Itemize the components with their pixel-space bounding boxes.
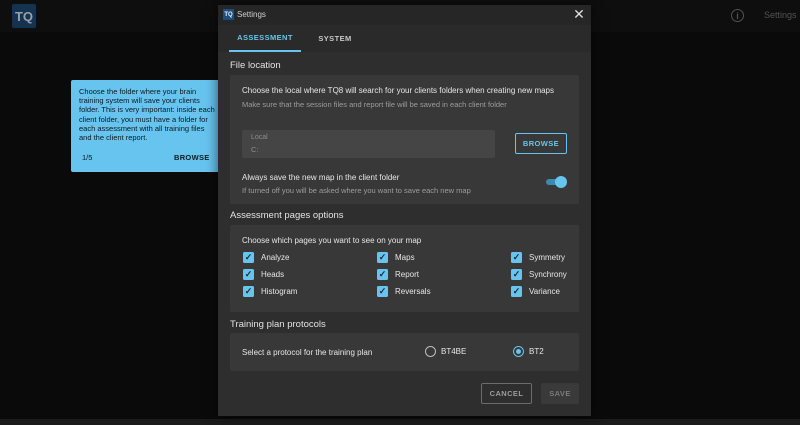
tab-system[interactable]: SYSTEM <box>303 25 367 52</box>
cancel-button[interactable]: CANCEL <box>481 383 532 404</box>
radio-circle <box>425 346 436 357</box>
check-icon: ✓ <box>511 286 522 297</box>
check-icon: ✓ <box>377 252 388 263</box>
local-path-label: Local <box>251 134 268 141</box>
check-icon: ✓ <box>377 269 388 280</box>
checkbox-label: Heads <box>261 270 285 279</box>
file-location-card: Choose the local where TQ8 will search f… <box>230 75 579 204</box>
check-icon: ✓ <box>243 252 254 263</box>
dialog-titlebar: TQ Settings ✕ <box>218 5 591 25</box>
local-path-value: C: <box>251 145 259 154</box>
toggle-knob <box>555 176 567 188</box>
file-location-title: File location <box>230 60 281 71</box>
radio-label: BT2 <box>529 347 544 356</box>
settings-tabs: ASSESSMENT SYSTEM <box>218 25 591 52</box>
always-save-title: Always save the new map in the client fo… <box>242 173 400 182</box>
radio-circle-selected <box>513 346 524 357</box>
save-button[interactable]: SAVE <box>541 383 579 404</box>
check-icon: ✓ <box>377 286 388 297</box>
checkbox-label: Synchrony <box>529 270 567 279</box>
tooltip-text: Choose the folder where your brain train… <box>79 87 215 143</box>
file-location-description: Choose the local where TQ8 will search f… <box>242 86 554 95</box>
checkbox-label: Variance <box>529 287 560 296</box>
checkbox-label: Analyze <box>261 253 290 262</box>
tab-assessment[interactable]: ASSESSMENT <box>229 25 301 52</box>
check-icon: ✓ <box>511 269 522 280</box>
dialog-title: Settings <box>237 10 266 19</box>
file-location-hint: Make sure that the session files and rep… <box>242 100 507 109</box>
checkbox-label: Histogram <box>261 287 298 296</box>
training-card: Select a protocol for the training plan … <box>230 333 579 371</box>
check-icon: ✓ <box>243 286 254 297</box>
checkbox-label: Symmetry <box>529 253 565 262</box>
always-save-hint: If turned off you will be asked where yo… <box>242 186 471 195</box>
pages-options-prompt: Choose which pages you want to see on yo… <box>242 236 422 245</box>
radio-dot <box>516 349 521 354</box>
checkbox-label: Maps <box>395 253 415 262</box>
pages-options-card: Choose which pages you want to see on yo… <box>230 225 579 312</box>
check-icon: ✓ <box>243 269 254 280</box>
checkbox-label: Reversals <box>395 287 431 296</box>
radio-label: BT4BE <box>441 347 467 356</box>
training-title: Training plan protocols <box>230 319 326 330</box>
checkbox-label: Report <box>395 270 420 279</box>
pages-options-title: Assessment pages options <box>230 210 344 221</box>
local-path-field[interactable]: Local C: <box>242 130 495 158</box>
tooltip-browse-button[interactable]: BROWSE <box>174 153 210 162</box>
tooltip-step-counter: 1/5 <box>82 153 93 162</box>
settings-dialog: TQ Settings ✕ ASSESSMENT SYSTEM File loc… <box>218 5 591 416</box>
close-icon[interactable]: ✕ <box>572 7 586 21</box>
always-save-toggle[interactable] <box>544 175 568 189</box>
check-icon: ✓ <box>511 252 522 263</box>
onboarding-tooltip: Choose the folder where your brain train… <box>71 80 228 172</box>
dialog-logo: TQ <box>223 9 234 20</box>
browse-button[interactable]: BROWSE <box>515 133 567 154</box>
training-prompt: Select a protocol for the training plan <box>242 348 373 357</box>
